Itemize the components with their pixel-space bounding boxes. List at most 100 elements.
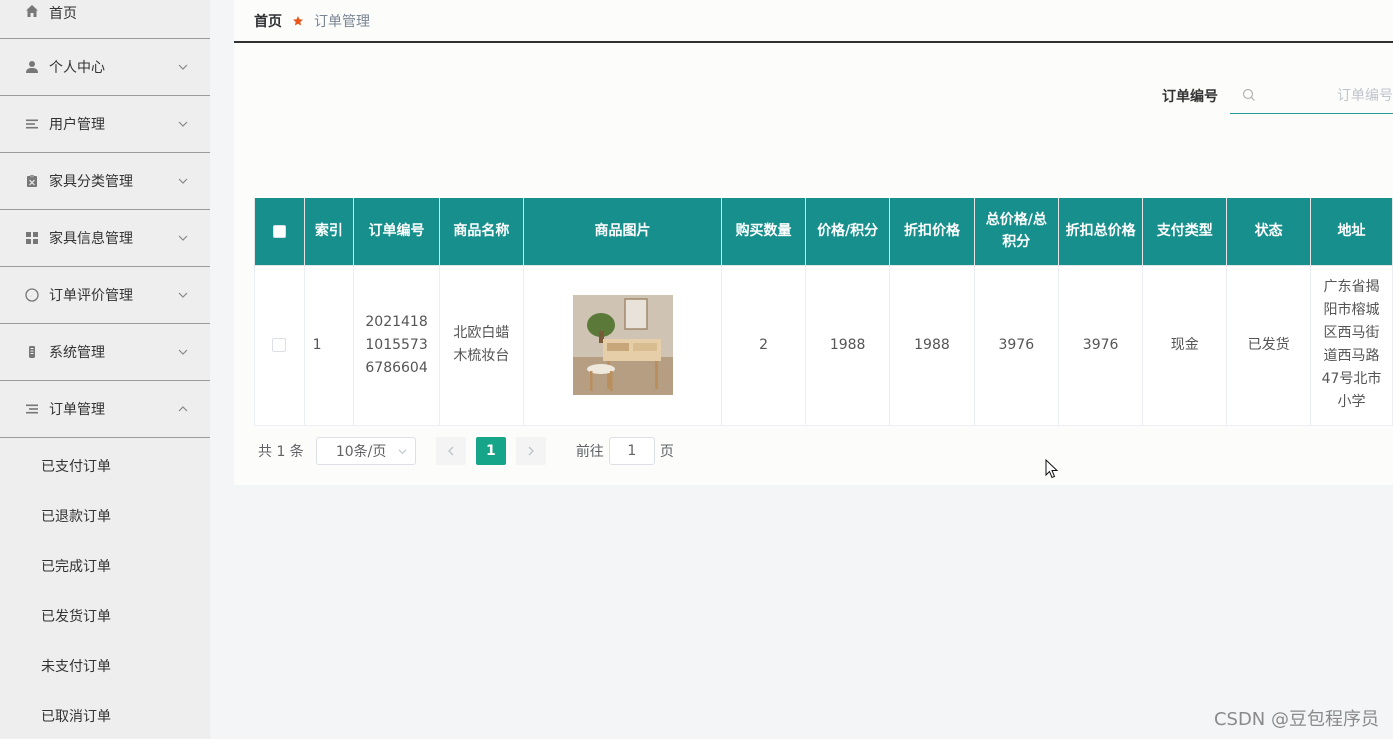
product-image — [572, 295, 673, 395]
sidebar-item-label: 订单管理 — [49, 402, 105, 418]
cell-order-no: 2021418 1015573 6786604 — [353, 264, 440, 426]
search-label: 订单编号 — [1162, 89, 1218, 105]
sidebar-item-user-management[interactable]: 用户管理 — [0, 96, 210, 153]
goto-page-input[interactable] — [608, 437, 655, 465]
order-no-line: 1015573 — [365, 336, 428, 353]
sidebar-item-label: 订单评价管理 — [49, 288, 133, 304]
order-no-line: 2021418 — [365, 313, 428, 330]
select-all-checkbox[interactable] — [272, 224, 286, 238]
submenu-item-refunded[interactable]: 已退款订单 — [0, 491, 210, 541]
search-row: 订单编号 — [1162, 78, 1393, 114]
sidebar-item-system[interactable]: 系统管理 — [0, 324, 210, 381]
breadcrumb-home[interactable]: 首页 — [254, 11, 282, 31]
sidebar-item-label: 个人中心 — [49, 60, 105, 76]
prev-page-button[interactable] — [435, 437, 466, 465]
breadcrumb-current: 订单管理 — [314, 13, 370, 30]
cell-pay-type: 现金 — [1142, 264, 1228, 426]
chevron-down-icon — [398, 449, 407, 455]
page-number-button[interactable]: 1 — [475, 437, 506, 465]
row-checkbox-cell[interactable] — [254, 264, 305, 426]
search-icon — [1242, 88, 1255, 101]
col-header: 折扣价格 — [889, 198, 975, 266]
chevron-down-icon — [178, 349, 188, 355]
table-header-row: 索引 订单编号 商品名称 商品图片 购买数量 价格/积分 折扣价格 总价格/总积… — [254, 198, 1393, 266]
sidebar-item-furniture-category[interactable]: 家具分类管理 — [0, 153, 210, 210]
device-icon — [24, 344, 40, 360]
sidebar-item-furniture-info[interactable]: 家具信息管理 — [0, 210, 210, 267]
submenu-item-paid[interactable]: 已支付订单 — [0, 441, 210, 491]
sidebar-item-label: 系统管理 — [49, 345, 105, 361]
chevron-up-icon — [178, 406, 188, 412]
col-header: 订单编号 — [353, 198, 440, 266]
chevron-down-icon — [178, 292, 188, 298]
submenu-item-completed[interactable]: 已完成订单 — [0, 541, 210, 591]
submenu-item-cancelled[interactable]: 已取消订单 — [0, 691, 210, 739]
clipboard-icon — [24, 173, 40, 189]
sidebar-item-order-review[interactable]: 订单评价管理 — [0, 267, 210, 324]
address-line: 47号北市 — [1321, 371, 1382, 387]
cell-address: 广东省揭 阳市榕城 区西马街 道西马路 47号北市 小学 — [1310, 264, 1393, 426]
order-submenu: 已支付订单 已退款订单 已完成订单 已发货订单 未支付订单 已取消订单 — [0, 438, 210, 739]
cell-index: 1 — [303, 264, 355, 426]
row-checkbox[interactable] — [272, 337, 287, 352]
address-line: 小学 — [1337, 394, 1366, 410]
select-all-checkbox-cell[interactable] — [254, 198, 305, 266]
user-icon — [24, 59, 40, 75]
chevron-down-icon — [178, 235, 188, 241]
col-header: 商品名称 — [438, 198, 524, 266]
col-header: 购买数量 — [721, 198, 806, 266]
compass-icon — [24, 287, 40, 303]
home-icon — [24, 3, 40, 19]
sidebar-item-home[interactable]: 首页 — [0, 0, 210, 39]
sidebar-item-order-management[interactable]: 订单管理 — [0, 381, 210, 438]
cell-discount-price: 1988 — [889, 264, 975, 426]
breadcrumb: 首页 订单管理 — [234, 0, 1393, 43]
orders-table: 索引 订单编号 商品名称 商品图片 购买数量 价格/积分 折扣价格 总价格/总积… — [254, 198, 1393, 426]
main-content: 首页 订单管理 订单编号 索引 订单编号 商品名称 商品图片 购买数量 价格/积… — [234, 0, 1393, 485]
col-header: 支付类型 — [1142, 198, 1228, 266]
sidebar-item-label: 家具分类管理 — [49, 174, 133, 190]
chevron-left-icon — [447, 446, 454, 456]
page-size-select[interactable]: 10条/页 — [315, 437, 416, 465]
chevron-right-icon — [528, 446, 534, 456]
next-page-button[interactable] — [515, 437, 546, 465]
sidebar: 首页 个人中心 用户管理 家具分类管理 家具信息管理 订单评价管理 系统管理 订… — [0, 0, 210, 739]
col-header: 索引 — [303, 198, 355, 266]
search-field — [1230, 78, 1393, 114]
sidebar-item-label: 用户管理 — [49, 117, 105, 133]
submenu-item-unpaid[interactable]: 未支付订单 — [0, 641, 210, 691]
cell-discount-total: 3976 — [1057, 264, 1144, 426]
chevron-down-icon — [178, 64, 188, 70]
chevron-down-icon — [178, 178, 188, 184]
cell-price: 1988 — [804, 264, 891, 426]
sidebar-item-personal-center[interactable]: 个人中心 — [0, 39, 210, 96]
cell-product-name: 北欧白蜡 木梳妆台 — [438, 264, 524, 426]
address-line: 区西马街 — [1323, 325, 1380, 341]
sidebar-item-label: 首页 — [49, 6, 77, 22]
pagination-total: 共 1 条 — [258, 444, 304, 460]
watermark: CSDN @豆包程序员 — [1213, 709, 1379, 730]
page-size-value: 10条/页 — [335, 444, 387, 460]
table-row[interactable]: 1 2021418 1015573 6786604 北欧白蜡 木梳妆台 2 19… — [254, 264, 1393, 426]
cell-status: 已发货 — [1226, 264, 1312, 426]
product-name-line: 北欧白蜡 — [453, 325, 510, 341]
col-header: 价格/积分 — [804, 198, 891, 266]
address-line: 阳市榕城 — [1323, 302, 1380, 318]
order-no-line: 6786604 — [365, 359, 428, 376]
submenu-item-shipped[interactable]: 已发货订单 — [0, 591, 210, 641]
list-icon — [24, 116, 40, 132]
goto-suffix: 页 — [659, 444, 674, 460]
col-header: 地址 — [1310, 198, 1393, 266]
col-header: 总价格/总积分 — [973, 198, 1059, 266]
chevron-down-icon — [178, 121, 188, 127]
address-line: 道西马路 — [1323, 348, 1380, 364]
product-name-line: 木梳妆台 — [453, 348, 510, 364]
sidebar-item-label: 家具信息管理 — [49, 231, 133, 247]
cell-product-image — [522, 264, 723, 426]
cell-total-price: 3976 — [973, 264, 1059, 426]
cell-quantity: 2 — [721, 264, 806, 426]
col-header: 商品图片 — [522, 198, 723, 266]
goto-prefix: 前往 — [575, 444, 604, 460]
list-icon — [24, 401, 40, 417]
grid-icon — [24, 230, 40, 246]
